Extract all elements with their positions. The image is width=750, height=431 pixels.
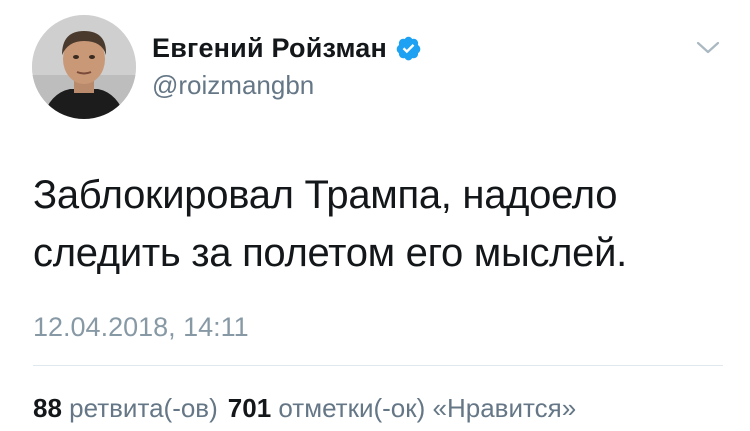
likes-stat[interactable]: 701 отметки(-ок) «Нравится» (228, 393, 576, 423)
tweet-card: Евгений Ройзман @roizmangbn Заблокировал… (0, 0, 750, 431)
avatar-photo-icon (32, 15, 136, 119)
likes-count: 701 (227, 393, 272, 423)
author-handle[interactable]: @roizmangbn (152, 70, 314, 101)
retweets-count: 88 (33, 393, 62, 423)
tweet-text-line: Заблокировал Трампа, надоело (33, 173, 618, 217)
author-name-row: Евгений Ройзман (152, 30, 422, 66)
verified-badge-icon (396, 36, 421, 60)
retweets-stat[interactable]: 88 ретвита(-ов) (33, 393, 218, 423)
author-display-name[interactable]: Евгений Ройзман (152, 33, 387, 64)
likes-label: отметки(-ок) «Нравится» (278, 393, 577, 423)
avatar[interactable] (32, 15, 136, 119)
tweet-text: Заблокировал Трампа, надоело следить за … (33, 166, 723, 282)
retweets-label: ретвита(-ов) (69, 393, 218, 423)
tweet-timestamp[interactable]: 12.04.2018, 14:11 (33, 312, 249, 343)
chevron-down-icon[interactable] (694, 36, 722, 58)
tweet-stats: 88 ретвита(-ов) 701 отметки(-ок) «Нравитс… (33, 393, 576, 424)
tweet-text-line: следить за полетом его мыслей. (33, 231, 627, 275)
divider (33, 365, 723, 366)
